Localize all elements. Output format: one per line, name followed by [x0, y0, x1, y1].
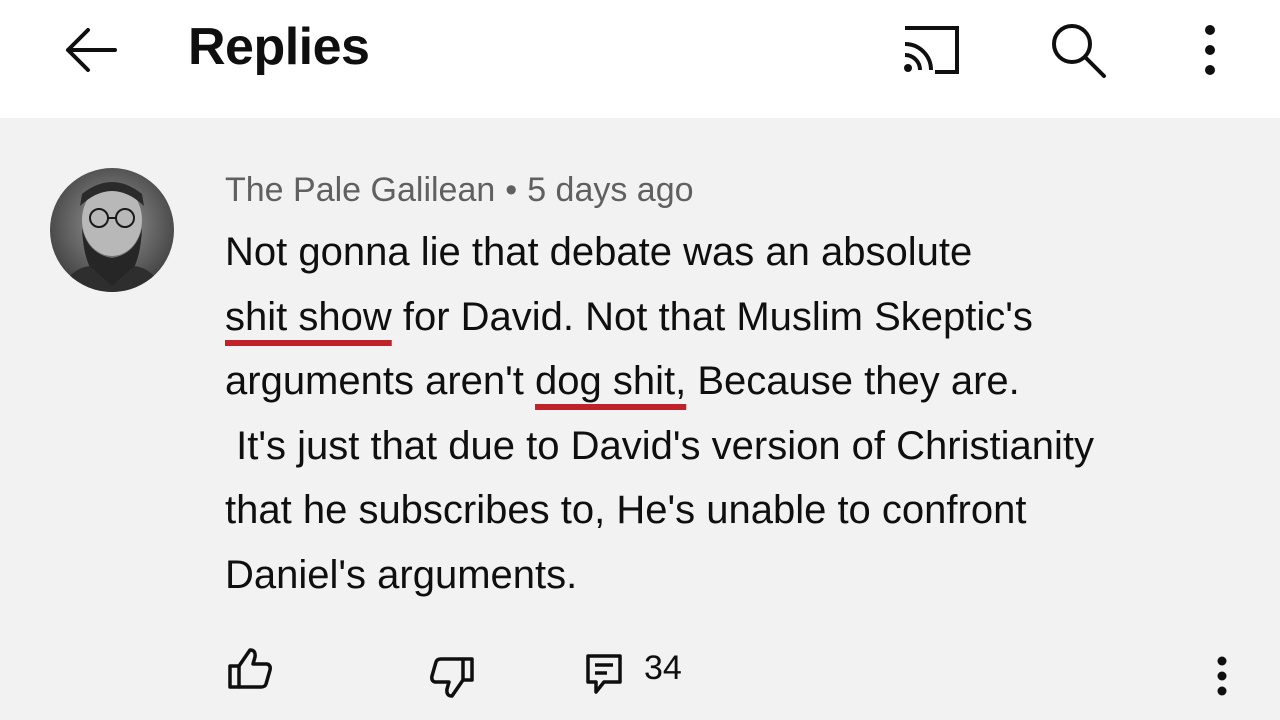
- search-button[interactable]: [1040, 12, 1116, 88]
- comment-card: The Pale Galilean • 5 days ago Not gonna l…: [0, 118, 1280, 720]
- comment-line: It's just that due to David's version of…: [225, 414, 1245, 479]
- comment-author[interactable]: The Pale Galilean: [225, 171, 495, 209]
- comment-icon: [586, 654, 622, 694]
- cast-icon: [904, 26, 959, 74]
- flagged-word: shit show: [225, 294, 392, 339]
- comment-actions: 34: [0, 626, 1280, 706]
- like-button[interactable]: [218, 636, 282, 700]
- comment-text-segment: arguments aren't: [225, 359, 536, 403]
- cast-button[interactable]: [890, 12, 970, 88]
- comment-line: Not gonna lie that debate was an absolut…: [225, 220, 1245, 285]
- app-bar: Replies: [0, 0, 1280, 118]
- reply-count: 34: [644, 649, 682, 687]
- meta-separator: •: [505, 171, 518, 209]
- dislike-button[interactable]: [420, 646, 484, 710]
- comment-more-button[interactable]: [1196, 638, 1248, 714]
- comment-line: Daniel's arguments.: [225, 543, 1245, 608]
- comment-text-segment: Not gonna lie that debate was an absolut…: [225, 230, 973, 274]
- reply-button[interactable]: [572, 642, 636, 706]
- comment-line: shit show for David. Not that Muslim Ske…: [225, 285, 1245, 350]
- comment-meta: The Pale Galilean • 5 days ago: [225, 168, 694, 212]
- comment-text-segment: that he subscribes to, He's unable to co…: [225, 488, 1027, 532]
- search-icon: [1052, 24, 1106, 78]
- comment-line: arguments aren't dog shit, Because they …: [225, 349, 1245, 414]
- avatar-image: [50, 168, 174, 292]
- flagged-word: dog shit,: [535, 359, 687, 403]
- comment-text-segment: Daniel's arguments.: [225, 552, 578, 597]
- avatar[interactable]: [50, 168, 174, 292]
- page-title: Replies: [188, 18, 370, 76]
- comment-body: Not gonna lie that debate was an absolut…: [225, 220, 1245, 607]
- arrow-left-icon: [66, 28, 117, 72]
- comment-line: that he subscribes to, He's unable to co…: [225, 478, 1245, 543]
- thumbs-down-icon: [430, 657, 474, 698]
- more-vert-icon: [1217, 656, 1227, 696]
- back-button[interactable]: [52, 12, 128, 88]
- comment-timestamp: 5 days ago: [527, 171, 694, 209]
- more-vert-icon: [1205, 25, 1215, 75]
- more-options-button[interactable]: [1180, 12, 1240, 88]
- thumbs-up-icon: [228, 648, 272, 689]
- comment-text-segment: It's just that due to David's version of…: [225, 423, 1094, 468]
- comment-text-segment: for David. Not that Muslim Skeptic's: [391, 294, 1033, 339]
- comment-text-segment: Because they are.: [686, 359, 1020, 403]
